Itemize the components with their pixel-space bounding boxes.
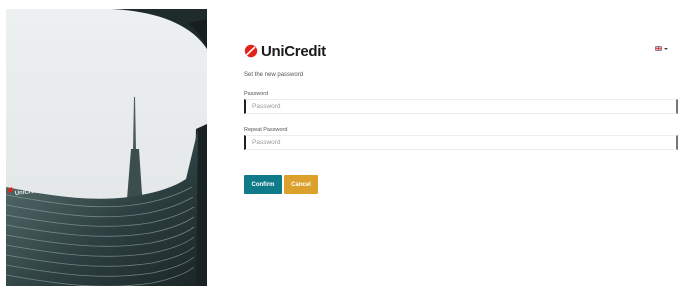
uk-flag-icon xyxy=(655,46,662,51)
cancel-button[interactable]: Cancel xyxy=(284,175,318,194)
repeat-password-field[interactable] xyxy=(244,135,678,150)
language-selector[interactable] xyxy=(655,46,668,51)
password-field[interactable] xyxy=(244,99,678,114)
page-subtitle: Set the new password xyxy=(244,72,304,78)
brand-name: UniCredit xyxy=(261,42,326,60)
repeat-password-label: Repeat Password xyxy=(244,127,288,133)
unicredit-logo-icon xyxy=(244,44,258,58)
password-label: Password xyxy=(244,91,269,97)
tower-photo: UniCredit xyxy=(6,9,207,286)
chevron-down-icon xyxy=(664,47,668,50)
unicredit-logo: UniCredit xyxy=(244,41,326,61)
confirm-button[interactable]: Confirm xyxy=(244,175,282,194)
